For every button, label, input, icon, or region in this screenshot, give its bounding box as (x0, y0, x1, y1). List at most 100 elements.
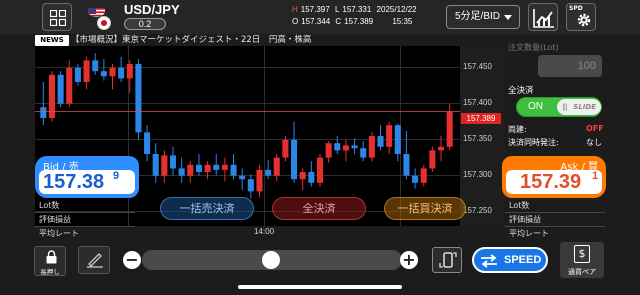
ask-price: 157.39 1 (506, 170, 602, 194)
news-tag: NEWS (35, 35, 69, 46)
ask-buy-button[interactable]: Ask / 買 157.39 1 (502, 156, 606, 198)
toggle-on-label: ON (528, 101, 543, 112)
candle-body (291, 139, 298, 180)
settle-all-buy-button[interactable]: 一括買決済 (384, 197, 466, 220)
rotate-screen-button[interactable] (432, 247, 462, 273)
high-key: H (292, 5, 298, 14)
speed-order-button[interactable]: SPEED (472, 247, 548, 273)
settle-all-button[interactable]: 全決済 (272, 197, 366, 220)
sell-avg-rate-label: 平均レート (35, 227, 135, 241)
pencil-icon (87, 253, 103, 268)
currency-pair-button[interactable]: $ 通貨ペア (560, 242, 604, 278)
ask-price-main: 157.39 (520, 171, 582, 193)
buy-position-info: Lot数 評価損益 平均レート (505, 199, 605, 241)
chart-icon (533, 9, 554, 28)
candle-body (204, 164, 211, 172)
rotate-screen-icon (439, 252, 457, 268)
candle-body (403, 154, 410, 176)
candle-body (230, 164, 237, 176)
simultaneous-order-setting: 決済同時発注: なし (508, 137, 602, 148)
candle-body (109, 67, 116, 77)
all-settle-label: 全決済 (508, 86, 534, 96)
dollar-icon: $ (574, 245, 590, 263)
candle-body (135, 64, 142, 133)
order-quantity-input[interactable]: 100 (538, 55, 602, 77)
news-headline[interactable]: 【市場概況】東京マーケットダイジェスト・22日 円高・株高 (71, 34, 311, 46)
low-value: 157.331 (342, 5, 372, 14)
speed-settings-button[interactable]: SPD (566, 3, 596, 31)
candle-body (74, 67, 81, 82)
candle-body (100, 71, 107, 77)
menu-grid-button[interactable] (42, 3, 72, 31)
candle-body (178, 168, 185, 176)
chart-type-button[interactable] (528, 3, 558, 31)
hedge-label: 両建: (508, 125, 527, 134)
open-key: O (292, 17, 299, 26)
candle-body (40, 107, 47, 118)
candle-body (187, 164, 194, 176)
hedge-value: OFF (586, 124, 604, 133)
candle-body (420, 168, 427, 183)
candle-body (161, 155, 168, 176)
order-quantity-label: 注文数量(Lot) (508, 43, 559, 52)
bid-sell-button[interactable]: Bid / 売 157.38 9 (35, 156, 139, 198)
long-press-lock-button[interactable]: 長押し (34, 246, 66, 276)
bid-price-main: 157.38 (43, 171, 105, 193)
candle-body (351, 145, 358, 149)
currency-pair-flags[interactable] (88, 5, 118, 31)
y-tick: 157.400 (463, 97, 492, 107)
y-tick: 157.450 (463, 61, 492, 71)
candle-body (92, 60, 99, 72)
bid-price: 157.38 9 (39, 170, 135, 194)
candle-body (360, 148, 367, 158)
candle-body (308, 172, 315, 183)
candle-body (221, 164, 228, 170)
bid-price-pip: 9 (113, 170, 120, 182)
sell-pnl-label: 評価損益 (35, 213, 135, 227)
candle-body (412, 175, 419, 183)
all-settle-toggle[interactable]: ON SLIDE (516, 97, 602, 117)
candle-body (429, 150, 436, 169)
grid-icon (50, 10, 66, 26)
candle-body (247, 179, 254, 192)
candle-body (316, 157, 324, 183)
price-axis: 157.450 157.400 157.350 157.300 157.250 … (460, 46, 504, 226)
ohlc-readout: H 157.397 L 157.331 2025/12/22 O 157.344 C1… (292, 4, 420, 28)
slide-knob[interactable]: SLIDE (557, 99, 601, 115)
candle-body (342, 145, 349, 151)
currency-pair-label: 通貨ペア (568, 268, 596, 276)
candle-body (334, 143, 341, 151)
spread-badge: 0.2 (124, 18, 166, 30)
candle-body (325, 143, 332, 158)
current-price-tag: 157.389 (461, 112, 501, 124)
zoom-slider-thumb[interactable] (262, 251, 280, 269)
candle-body (282, 139, 289, 158)
ask-price-pip: 1 (592, 170, 599, 182)
candle-body (377, 136, 384, 147)
zoom-in-button[interactable]: + (400, 251, 418, 269)
candle-body (57, 74, 64, 104)
high-value: 157.397 (300, 5, 330, 14)
chevron-down-icon (504, 15, 512, 20)
settle-all-sell-button[interactable]: 一括売決済 (160, 197, 254, 220)
candle-body (66, 67, 73, 104)
draw-tool-button[interactable] (78, 246, 110, 274)
candle-body (446, 111, 453, 147)
zoom-out-button[interactable]: − (123, 251, 141, 269)
buy-lot-label: Lot数 (505, 199, 605, 213)
open-value: 157.344 (301, 17, 331, 26)
y-tick: 157.350 (463, 133, 492, 143)
sell-lot-label: Lot数 (35, 199, 135, 213)
timeframe-select[interactable]: 5分足/BID (446, 5, 520, 29)
simultaneous-order-value: なし (586, 138, 602, 147)
candle-body (83, 60, 90, 82)
candle-body (299, 172, 306, 180)
close-key: C (335, 17, 342, 26)
currency-pair-name[interactable]: USD/JPY (124, 2, 180, 17)
speed-label: SPEED (504, 254, 542, 266)
timeframe-label: 5分足/BID (455, 11, 501, 22)
candle-body (368, 136, 375, 158)
jp-flag-icon (97, 16, 111, 30)
candle-body (213, 164, 220, 170)
candle-body (438, 146, 445, 151)
